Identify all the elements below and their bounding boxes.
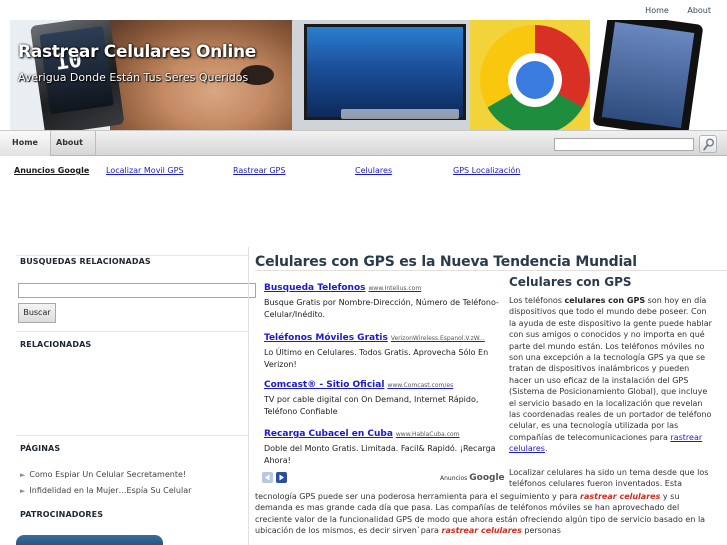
header-tablet-body <box>592 20 704 130</box>
ad-description: Doble del Monto Gratis. Limitada. Facil&… <box>264 444 496 465</box>
header-monitor-dock <box>341 109 459 119</box>
sidebar-divider <box>16 331 248 332</box>
ad-link-celulares[interactable]: Celulares <box>355 166 392 175</box>
top-links: Home About <box>629 6 711 15</box>
bullet-arrow-icon: ► <box>20 487 26 495</box>
article-paragraph: tecnología GPS puede ser una poderosa he… <box>255 492 706 536</box>
article-paragraph: Los teléfonos celulares con GPS son hoy … <box>509 296 712 454</box>
ad-description: Busque Gratis por Nombre-Dirección, Núme… <box>264 298 499 319</box>
ad-url[interactable]: www.Comcast.com/es <box>387 382 453 389</box>
sidebar-page-link[interactable]: ► Como Espiar Un Celular Secretamente! <box>20 470 186 479</box>
chevron-right-icon <box>279 474 284 481</box>
header-monitor-image <box>292 20 477 130</box>
ad-description: Lo Último en Celulares. Todos Gratis. Ap… <box>264 348 489 369</box>
ad-url[interactable]: www.Intelius.com <box>369 285 422 292</box>
header-search-button[interactable] <box>699 135 717 153</box>
sidebar-paginas-title: PÁGINAS <box>20 444 61 453</box>
sidebar-relacionadas-title: RELACIONADAS <box>20 340 92 349</box>
header-monitor-screen <box>304 24 466 120</box>
adchoices-label[interactable]: Anuncios Google <box>440 473 505 483</box>
header-chrome-core <box>508 53 562 107</box>
sidebar-divider <box>16 255 248 256</box>
google-logo: Google <box>469 473 505 483</box>
sidebar-divider <box>16 435 248 436</box>
site-title[interactable]: Rastrear Celulares Online <box>18 42 256 62</box>
ads-prev-button[interactable] <box>262 472 273 483</box>
sidebar-page-label: Infidelidad en la Mujer…Espía Su Celular <box>29 486 192 495</box>
main-nav: Home About <box>0 130 727 156</box>
ad-unit[interactable]: Recarga Cubacel en Cuba www.HablaCuba.com… <box>264 429 504 467</box>
sidebar-page-link[interactable]: ► Infidelidad en la Mujer…Espía Su Celula… <box>20 486 191 495</box>
ad-link-localizar-movil-gps[interactable]: Localizar Movil GPS <box>106 166 184 175</box>
article-title: Celulares con GPS <box>509 275 632 289</box>
site-tagline: Averigua Donde Están Tus Seres Queridos <box>18 71 249 84</box>
header-tablet-image <box>590 20 727 130</box>
ad-links-label[interactable]: Anuncios Google <box>14 166 89 175</box>
sidebar-busquedas-title: BUSQUEDAS RELACIONADAS <box>20 257 151 266</box>
ad-title[interactable]: Teléfonos Móviles Gratis VerizonWireless.… <box>264 333 504 343</box>
title-divider <box>255 270 727 271</box>
ad-unit[interactable]: Busqueda Telefonos www.Intelius.com Busqu… <box>264 283 504 321</box>
bullet-arrow-icon: ► <box>20 471 26 479</box>
ad-title[interactable]: Comcast® - Sitio Oficial www.Comcast.com/… <box>264 380 504 390</box>
article-emphasis: rastrear celulares <box>441 526 522 536</box>
article-emphasis: rastrear celulares <box>580 492 661 501</box>
sponsor-badge[interactable] <box>16 535 163 545</box>
sidebar-page-label: Como Espiar Un Celular Secretamente! <box>29 470 187 479</box>
article-paragraph: Localizar celulares ha sido un tema desd… <box>509 468 709 489</box>
ad-links-bar: Anuncios Google Localizar Movil GPS Rast… <box>14 166 714 180</box>
sidebar-search-input[interactable] <box>18 283 256 298</box>
ad-unit[interactable]: Comcast® - Sitio Oficial www.Comcast.com/… <box>264 380 504 418</box>
ads-next-button[interactable] <box>276 472 287 483</box>
search-icon <box>703 138 714 151</box>
ad-description: TV por cable digital con On Demand, Inte… <box>264 395 479 416</box>
ad-url[interactable]: VerizonWireless.Espanol.V.zW... <box>391 335 485 342</box>
column-divider <box>248 247 249 545</box>
ad-link-gps-localizacion[interactable]: GPS Localización <box>453 166 520 175</box>
ad-title[interactable]: Recarga Cubacel en Cuba www.HablaCuba.com <box>264 429 504 439</box>
sidebar-patrocinadores-title: PATROCINADORES <box>20 510 104 519</box>
top-link-home[interactable]: Home <box>645 6 669 15</box>
header-chrome-image <box>470 20 590 130</box>
header-banner: 10 Rastrear Celulares Online Averigua Do… <box>10 20 727 130</box>
header-search-input[interactable] <box>554 138 694 151</box>
nav-about[interactable]: About <box>44 131 96 156</box>
top-strip: Home About <box>0 0 727 20</box>
ad-title[interactable]: Busqueda Telefonos www.Intelius.com <box>264 283 504 293</box>
page-title[interactable]: Celulares con GPS es la Nueva Tendencia … <box>255 254 637 270</box>
sidebar-search-button[interactable]: Buscar <box>18 303 56 323</box>
header-tablet-screen <box>601 21 695 129</box>
ad-link-rastrear-gps[interactable]: Rastrear GPS <box>233 166 285 175</box>
article-bold-keyword: celulares con GPS <box>564 296 646 305</box>
ad-unit[interactable]: Teléfonos Móviles Gratis VerizonWireless.… <box>264 333 504 371</box>
ad-url[interactable]: www.HablaCuba.com <box>396 431 460 438</box>
chevron-left-icon <box>265 474 270 481</box>
top-link-about[interactable]: About <box>687 6 711 15</box>
